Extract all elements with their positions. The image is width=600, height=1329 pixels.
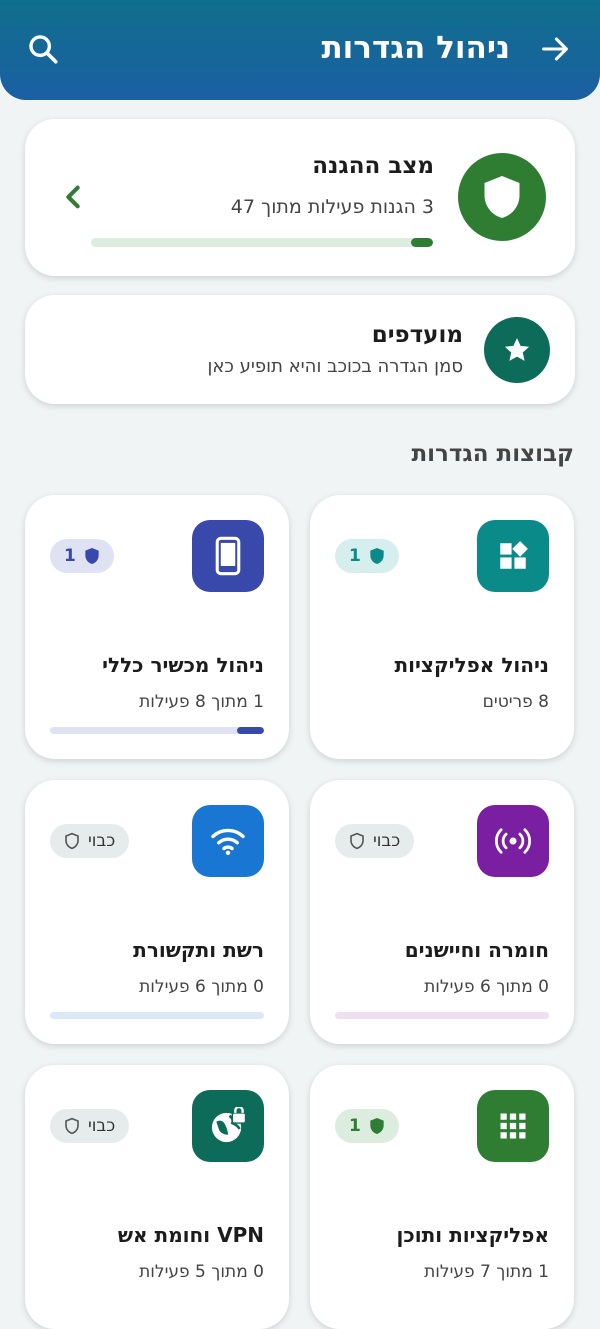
tile-subtitle: 0 מתוך 5 פעילות — [139, 1262, 264, 1282]
tile-vpn-firewall[interactable]: כבוי VPN וחומת אש 0 מתוך 5 פעילות — [25, 1065, 289, 1329]
tile-subtitle: 8 פריטים — [482, 692, 549, 712]
tile-title: ניהול מכשיר כללי — [102, 653, 264, 677]
tile-title: ניהול אפליקציות — [394, 653, 549, 677]
active-badge: 1 — [50, 539, 114, 573]
tile-subtitle: 0 מתוך 6 פעילות — [139, 977, 264, 997]
star-icon — [484, 317, 550, 383]
sensors-icon — [477, 805, 549, 877]
tile-progress-bar — [50, 727, 264, 734]
shield-icon — [458, 153, 546, 241]
tile-progress-fill — [237, 727, 264, 734]
protection-progress-fill — [411, 238, 433, 247]
shield-outline-icon — [350, 832, 364, 850]
protection-progress-bar — [91, 238, 433, 247]
active-badge: 1 — [335, 539, 399, 573]
status-subtitle: 3 הגנות פעילות מתוך 47 — [230, 196, 434, 218]
smartphone-icon — [192, 520, 264, 592]
tile-title: אפליקציות ותוכן — [396, 1223, 549, 1247]
off-badge: כבוי — [335, 824, 415, 858]
shield-icon — [85, 548, 99, 564]
badge-label: 1 — [64, 546, 76, 566]
globe-lock-icon — [192, 1090, 264, 1162]
badge-label: כבוי — [88, 831, 116, 851]
app-header: ניהול הגדרות — [0, 0, 600, 100]
tile-progress-bar — [335, 1012, 549, 1019]
tile-progress-bar — [50, 1012, 264, 1019]
search-icon[interactable] — [26, 32, 60, 66]
tile-hardware-sensors[interactable]: כבוי חומרה וחיישנים 0 מתוך 6 פעילות — [310, 780, 574, 1044]
tile-subtitle: 1 מתוך 7 פעילות — [424, 1262, 549, 1282]
shield-icon — [370, 1118, 384, 1134]
tile-subtitle: 1 מתוך 8 פעילות — [139, 692, 264, 712]
badge-label: 1 — [349, 546, 361, 566]
tile-app-management[interactable]: 1 ניהול אפליקציות 8 פריטים — [310, 495, 574, 759]
badge-label: 1 — [349, 1116, 361, 1136]
widgets-icon — [477, 520, 549, 592]
wifi-icon — [192, 805, 264, 877]
chevron-left-icon[interactable] — [63, 184, 83, 210]
active-badge: 1 — [335, 1109, 399, 1143]
off-badge: כבוי — [50, 1109, 130, 1143]
shield-outline-icon — [65, 832, 79, 850]
shield-outline-icon — [65, 1117, 79, 1135]
tile-title: רשת ותקשורת — [133, 938, 264, 962]
badge-label: כבוי — [373, 831, 401, 851]
apps-grid-icon — [477, 1090, 549, 1162]
status-title: מצב ההגנה — [312, 153, 434, 179]
badge-label: כבוי — [88, 1116, 116, 1136]
favorites-title: מועדפים — [371, 322, 463, 348]
tile-subtitle: 0 מתוך 6 פעילות — [424, 977, 549, 997]
tile-title: VPN וחומת אש — [117, 1223, 264, 1247]
page-title: ניהול הגדרות — [321, 30, 510, 66]
tile-title: חומרה וחיישנים — [404, 938, 549, 962]
favorites-subtitle: סמן הגדרה בכוכב והיא תופיע כאן — [207, 356, 463, 377]
off-badge: כבוי — [50, 824, 130, 858]
arrow-right-icon[interactable] — [538, 32, 572, 66]
tile-apps-content[interactable]: 1 אפליקציות ותוכן 1 מתוך 7 פעילות — [310, 1065, 574, 1329]
favorites-card[interactable]: מועדפים סמן הגדרה בכוכב והיא תופיע כאן — [25, 295, 575, 404]
shield-icon — [370, 548, 384, 564]
tile-network[interactable]: כבוי רשת ותקשורת 0 מתוך 6 פעילות — [25, 780, 289, 1044]
tile-general-device[interactable]: 1 ניהול מכשיר כללי 1 מתוך 8 פעילות — [25, 495, 289, 759]
protection-status-card[interactable]: מצב ההגנה 3 הגנות פעילות מתוך 47 — [25, 119, 575, 276]
groups-section-title: קבוצות הגדרות — [411, 441, 574, 467]
